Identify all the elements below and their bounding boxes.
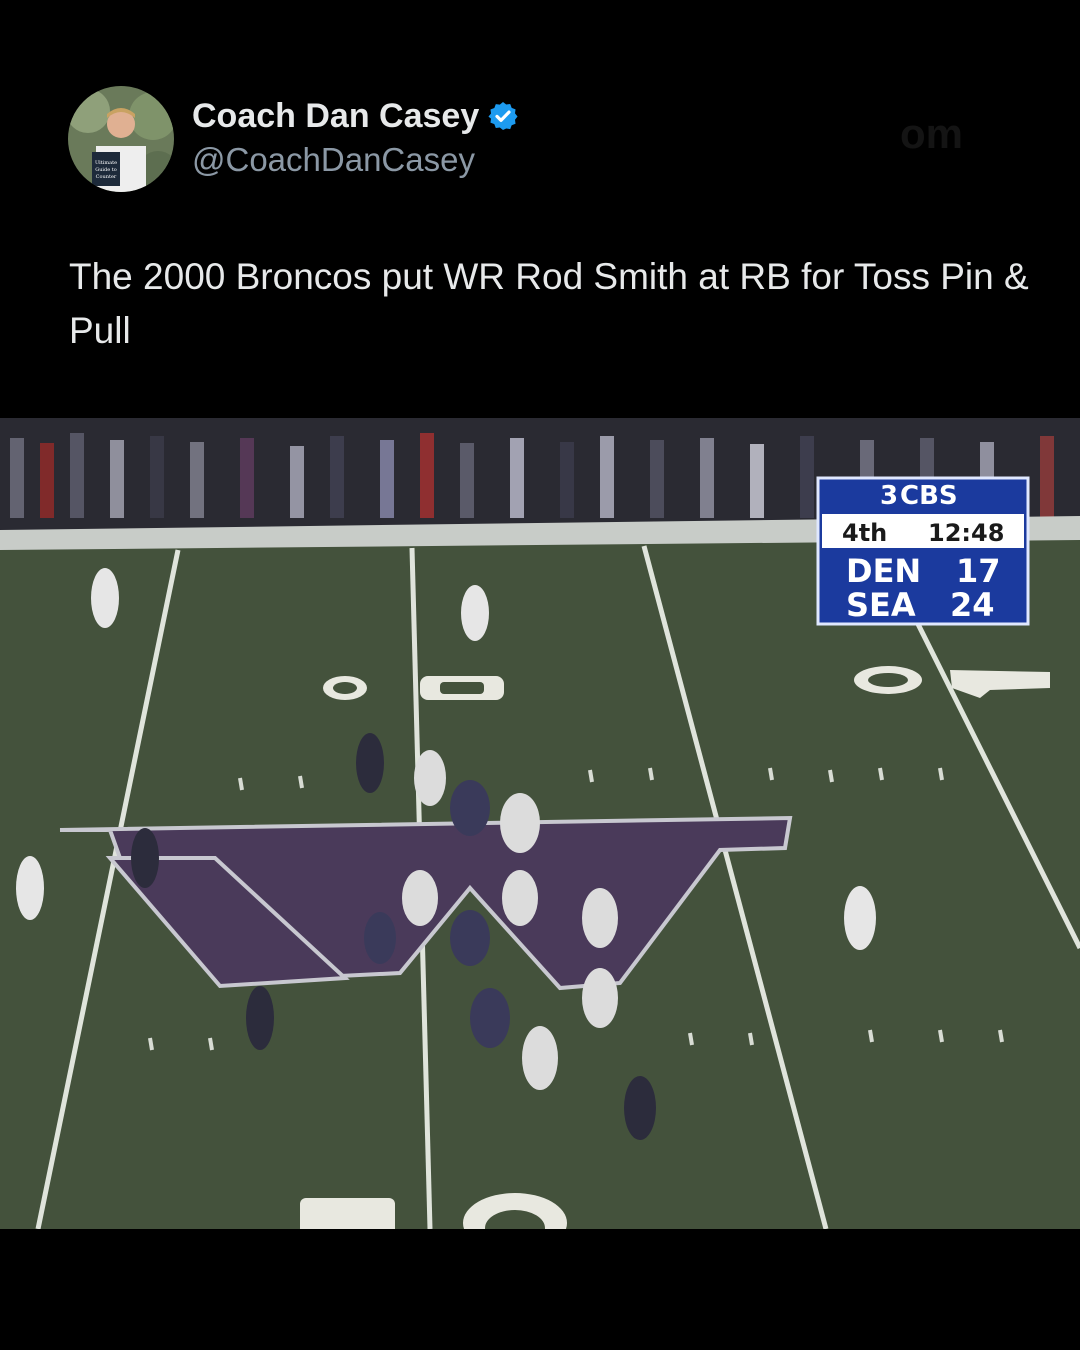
team1-score: 17 [956, 552, 1001, 590]
team2-score: 24 [950, 586, 995, 624]
verified-badge-icon [488, 102, 518, 130]
author-names: Coach Dan Casey @CoachDanCasey [192, 96, 519, 182]
watermark: om [900, 110, 963, 157]
network-mark: 3 [880, 481, 898, 511]
tweet-text: The 2000 Broncos put WR Rod Smith at RB … [69, 256, 1029, 351]
tweet-header: Ultimate Guide to Counter Coach Dan Case… [68, 86, 519, 192]
quarter-label: 4th [842, 519, 887, 547]
author-handle[interactable]: @CoachDanCasey [192, 138, 519, 182]
video-player[interactable]: 3 CBS 4th 12:48 DEN 17 SEA 24 [0, 418, 1080, 1229]
team1-name: DEN [846, 552, 921, 590]
video-frame: 3 CBS 4th 12:48 DEN 17 SEA 24 [0, 418, 1080, 1229]
author-avatar[interactable]: Ultimate Guide to Counter [68, 86, 174, 192]
author-display-name[interactable]: Coach Dan Casey [192, 96, 479, 136]
team2-name: SEA [846, 586, 916, 624]
network-label: CBS [900, 481, 958, 511]
game-clock: 12:48 [928, 519, 1004, 547]
svg-text:Ultimate: Ultimate [95, 160, 117, 166]
svg-text:Guide to: Guide to [95, 167, 117, 173]
svg-text:Counter: Counter [96, 174, 117, 180]
name-row: Coach Dan Casey [192, 96, 519, 136]
scorebug: 3 CBS 4th 12:48 DEN 17 SEA 24 [816, 476, 1030, 626]
